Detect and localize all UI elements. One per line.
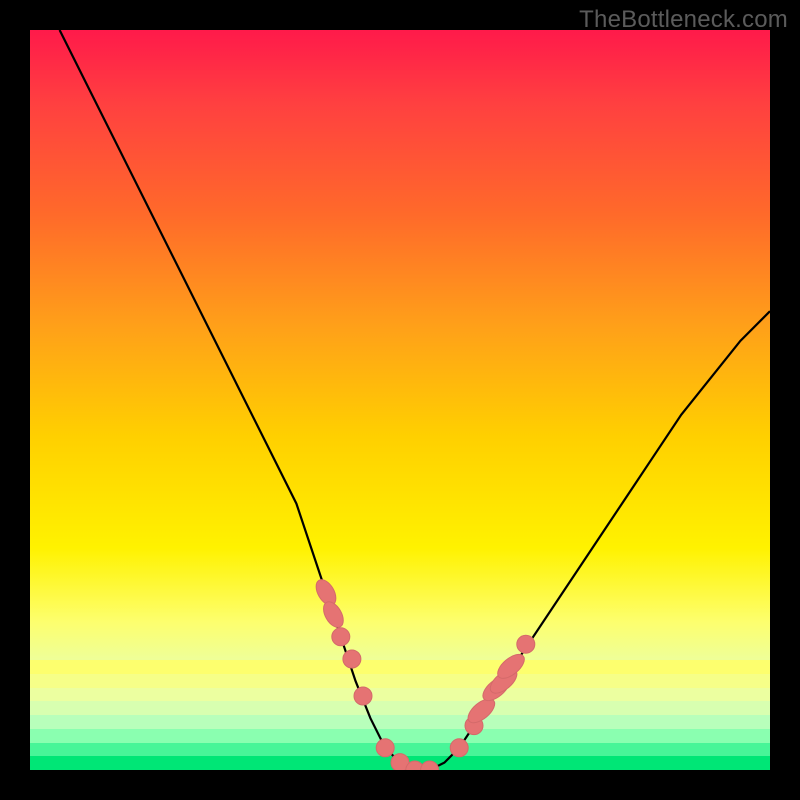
plot-area xyxy=(30,30,770,770)
data-marker xyxy=(517,635,535,653)
data-marker xyxy=(319,598,347,630)
curve-svg xyxy=(30,30,770,770)
data-marker xyxy=(343,650,361,668)
watermark-text: TheBottleneck.com xyxy=(579,6,788,34)
chart-frame: TheBottleneck.com xyxy=(0,0,800,800)
data-marker xyxy=(450,739,468,757)
data-marker xyxy=(421,761,439,770)
marker-cluster-left xyxy=(312,576,439,770)
bottleneck-curve xyxy=(60,30,770,770)
data-marker xyxy=(376,739,394,757)
data-marker xyxy=(354,687,372,705)
data-marker xyxy=(332,628,350,646)
